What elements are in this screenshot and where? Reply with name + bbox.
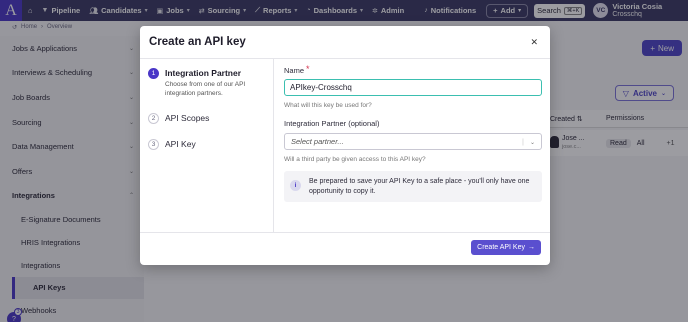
create-api-key-button[interactable]: Create API Key → — [471, 240, 541, 255]
create-api-key-modal: Create an API key ✕ 1 Integration Partne… — [140, 26, 550, 265]
step-number: 3 — [148, 139, 159, 150]
step-integration-partner[interactable]: 1 Integration Partner Choose from one of… — [148, 68, 261, 98]
info-text: Be prepared to save your API Key to a sa… — [309, 178, 530, 195]
partner-help-text: Will a third party be given access to th… — [284, 156, 426, 163]
api-key-form: Name * APIkey-Crosschq What will this key… — [284, 64, 542, 202]
arrow-right-icon: → — [528, 244, 535, 251]
step-number: 1 — [148, 68, 159, 79]
wizard-steps: 1 Integration Partner Choose from one of… — [140, 59, 274, 232]
select-separator: | — [522, 137, 524, 146]
step-number: 2 — [148, 113, 159, 124]
partner-label: Integration Partner (optional) — [284, 119, 380, 128]
required-asterisk: * — [306, 64, 310, 74]
name-label: Name * — [284, 64, 310, 76]
name-help-text: What will this key be used for? — [284, 102, 372, 109]
step-title: Integration Partner — [165, 68, 242, 78]
info-icon: i — [290, 180, 301, 191]
modal-title: Create an API key — [149, 36, 246, 48]
partner-select[interactable]: Select partner... | ⌄ — [284, 133, 542, 150]
divider — [140, 232, 550, 233]
step-description: Choose from one of our API integration p… — [165, 81, 246, 97]
step-title: API Scopes — [165, 113, 210, 123]
close-icon[interactable]: ✕ — [530, 37, 538, 48]
step-api-scopes[interactable]: 2 API Scopes — [148, 113, 209, 124]
step-api-key[interactable]: 3 API Key — [148, 139, 196, 150]
chevron-down-icon: ⌄ — [529, 140, 535, 146]
name-input[interactable]: APIkey-Crosschq — [284, 79, 542, 96]
info-callout: i Be prepared to save your API Key to a … — [284, 171, 542, 202]
step-title: API Key — [165, 139, 196, 149]
